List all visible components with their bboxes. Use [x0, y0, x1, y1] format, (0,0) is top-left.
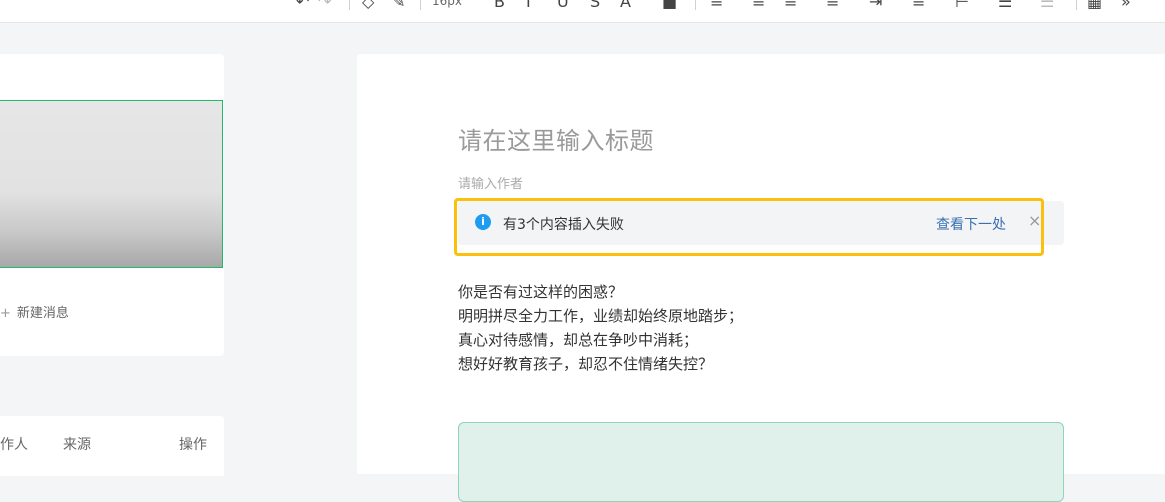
paragraph: 想好好教育孩子，却忍不住情绪失控？ — [458, 355, 714, 373]
content-block[interactable] — [458, 422, 1064, 502]
font-size-select[interactable]: 16px — [432, 0, 462, 8]
insert-failure-alert: i 有3个内容插入失败 查看下一处 × — [458, 201, 1064, 245]
justify-icon[interactable]: ≡ — [826, 0, 839, 10]
more-icon[interactable]: » — [1121, 0, 1131, 10]
alert-message: 有3个内容插入失败 — [503, 217, 624, 233]
toolbar-divider — [349, 0, 350, 10]
paragraph: 明明拼尽全力工作，业绩却始终原地踏步； — [458, 307, 744, 325]
view-next-link[interactable]: 查看下一处 — [936, 214, 1006, 234]
eraser-icon[interactable]: ◇ — [362, 0, 374, 10]
italic-icon[interactable]: I — [526, 0, 531, 10]
plus-icon: + — [0, 306, 11, 321]
article-editor: 请在这里输入标题 请输入作者 i 有3个内容插入失败 查看下一处 × 你是否有过… — [357, 54, 1165, 502]
indent-icon[interactable]: ⇥ — [869, 0, 882, 10]
close-icon[interactable]: × — [1028, 212, 1041, 230]
strikethrough-icon[interactable]: S — [590, 0, 600, 10]
toolbar-divider — [1076, 0, 1077, 10]
cover-image[interactable] — [0, 100, 223, 268]
message-card: + 新建消息 — [0, 54, 224, 356]
article-body[interactable]: 你是否有过这样的困惑？ 明明拼尽全力工作，业绩却始终原地踏步； 真心对待感情，却… — [458, 280, 743, 376]
underline-icon[interactable]: U — [557, 0, 569, 10]
align-right-icon[interactable]: ≡ — [784, 0, 797, 10]
paragraph-icon[interactable]: ☰ — [1040, 0, 1054, 10]
redo-icon[interactable]: ↷ — [318, 0, 331, 10]
align-left-icon[interactable]: ≡ — [710, 0, 723, 10]
toolbar-divider — [420, 0, 421, 10]
format-painter-icon[interactable]: ✎ — [392, 0, 405, 10]
table-icon[interactable]: ▦ — [1087, 0, 1102, 10]
paragraph: 你是否有过这样的困惑？ — [458, 283, 624, 301]
paragraph: 真心对待感情，却总在争吵中消耗； — [458, 331, 699, 349]
title-input[interactable]: 请在这里输入标题 — [458, 121, 654, 156]
column-operator: 操作人 — [0, 437, 28, 453]
align-center-icon[interactable]: ≡ — [752, 0, 765, 10]
list-icon[interactable]: ☰ — [998, 0, 1012, 10]
new-message-label: 新建消息 — [16, 306, 69, 321]
bold-icon[interactable]: B — [494, 0, 505, 10]
highlight-icon[interactable]: ■ — [662, 0, 677, 10]
letter-spacing-icon[interactable]: ⊢ — [955, 0, 969, 10]
line-height-icon[interactable]: ≡ — [912, 0, 925, 10]
editor-toolbar: ↶ ↷ ◇ ✎ 16px B I U S A ■ ≡ ≡ ≡ ≡ ⇥ ≡ ⊢ ☰… — [0, 0, 1165, 23]
log-table: 操作人 来源 操作 — [0, 416, 224, 476]
undo-icon[interactable]: ↶ — [296, 0, 309, 10]
toolbar-divider — [695, 0, 696, 10]
column-action: 操作 — [179, 437, 207, 453]
author-input[interactable]: 请输入作者 — [458, 173, 523, 192]
font-color-icon[interactable]: A — [620, 0, 631, 10]
new-message-button[interactable]: + 新建消息 — [0, 302, 69, 321]
info-icon: i — [475, 214, 491, 230]
column-source: 来源 — [63, 437, 91, 453]
